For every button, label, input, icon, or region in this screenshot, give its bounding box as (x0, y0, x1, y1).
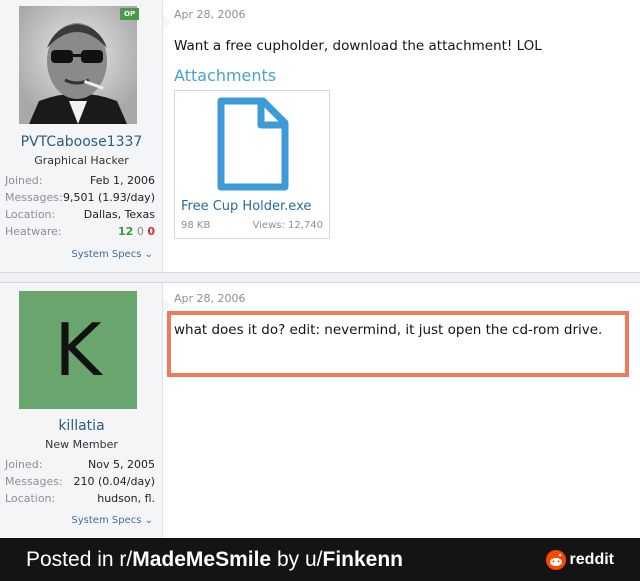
reddit-alien-icon (545, 550, 566, 570)
avatar-letter: K (54, 308, 102, 392)
reddit-logo: reddit (545, 550, 614, 570)
username[interactable]: PVTCaboose1337 (0, 134, 163, 150)
stat-label: Location: (5, 208, 56, 221)
post-message: what does it do? edit: nevermind, it jus… (174, 322, 603, 338)
stat-value: 210 (0.04/day) (73, 475, 155, 488)
posted-in-caption: Posted in r/MadeMeSmile by u/Finkenn (26, 538, 403, 581)
user-stats: Joined: Feb 1, 2006 Messages: 9,501 (1.9… (5, 172, 155, 240)
post-1: OP PVTCaboose1337 Graphical Hacker Joine… (0, 0, 640, 272)
op-badge: OP (120, 8, 140, 20)
system-specs-toggle[interactable]: System Specs ⌄ (71, 515, 153, 526)
system-specs-toggle[interactable]: System Specs ⌄ (71, 249, 153, 260)
reddit-footer: Posted in r/MadeMeSmile by u/Finkenn red… (0, 538, 640, 581)
username[interactable]: killatia (0, 418, 163, 434)
stat-messages: Messages: 9,501 (1.93/day) (5, 189, 155, 206)
stat-messages: Messages: 210 (0.04/day) (5, 473, 155, 490)
stat-location: Location: hudson, fl. (5, 490, 155, 507)
attachment-size: 98 KB (181, 220, 211, 231)
user-title: New Member (45, 438, 118, 451)
stat-label: Messages: (5, 191, 63, 204)
avatar-photo (19, 6, 137, 124)
stat-value: Nov 5, 2005 (88, 458, 155, 471)
attachments-heading: Attachments (174, 66, 277, 85)
stat-label: Location: (5, 492, 56, 505)
stat-label: Joined: (5, 174, 43, 187)
post-divider (0, 272, 640, 283)
stat-label: Messages: (5, 475, 63, 488)
user-sidebar: OP PVTCaboose1337 Graphical Hacker Joine… (0, 0, 171, 272)
reddit-wordmark: reddit (569, 551, 614, 568)
stat-location: Location: Dallas, Texas (5, 206, 155, 223)
chevron-down-icon: ⌄ (144, 515, 153, 526)
post-date[interactable]: Apr 28, 2006 (174, 292, 246, 305)
post-2: K killatia New Member Joined: Nov 5, 200… (0, 283, 640, 538)
user-sidebar: K killatia New Member Joined: Nov 5, 200… (0, 283, 171, 538)
post-message: Want a free cupholder, download the atta… (174, 38, 542, 54)
system-specs-label: System Specs (71, 249, 142, 260)
stat-value: 9,501 (1.93/day) (62, 191, 155, 204)
attachment-filename[interactable]: Free Cup Holder.exe (181, 199, 311, 214)
chevron-down-icon: ⌄ (144, 249, 153, 260)
stat-value: Feb 1, 2006 (90, 174, 155, 187)
heatware-positive: 12 (118, 225, 134, 238)
avatar[interactable]: K (19, 291, 137, 409)
reddit-username[interactable]: Finkenn (323, 548, 404, 571)
heatware-value[interactable]: 12 0 0 (118, 223, 155, 240)
heatware-neutral: 0 (136, 225, 144, 238)
stat-value: hudson, fl. (97, 492, 155, 505)
subreddit-name[interactable]: MadeMeSmile (132, 548, 271, 571)
caption-by: by u/ (271, 548, 323, 571)
attachment-card[interactable]: Free Cup Holder.exe 98 KB Views: 12,740 (174, 90, 330, 239)
stat-joined: Joined: Nov 5, 2005 (5, 456, 155, 473)
highlight-box (167, 311, 629, 377)
stat-value: Dallas, Texas (83, 208, 155, 221)
user-title: Graphical Hacker (34, 154, 129, 167)
file-icon (217, 97, 289, 191)
stat-label: Heatware: (5, 225, 62, 238)
post-date[interactable]: Apr 28, 2006 (174, 8, 246, 21)
avatar[interactable] (19, 6, 137, 124)
user-stats: Joined: Nov 5, 2005 Messages: 210 (0.04/… (5, 456, 155, 507)
stat-label: Joined: (5, 458, 43, 471)
caption-prefix: Posted in r/ (26, 548, 133, 571)
system-specs-label: System Specs (71, 515, 142, 526)
stat-joined: Joined: Feb 1, 2006 (5, 172, 155, 189)
stat-heatware: Heatware: 12 0 0 (5, 223, 155, 240)
attachment-views: Views: 12,740 (252, 220, 323, 231)
heatware-negative: 0 (147, 225, 155, 238)
